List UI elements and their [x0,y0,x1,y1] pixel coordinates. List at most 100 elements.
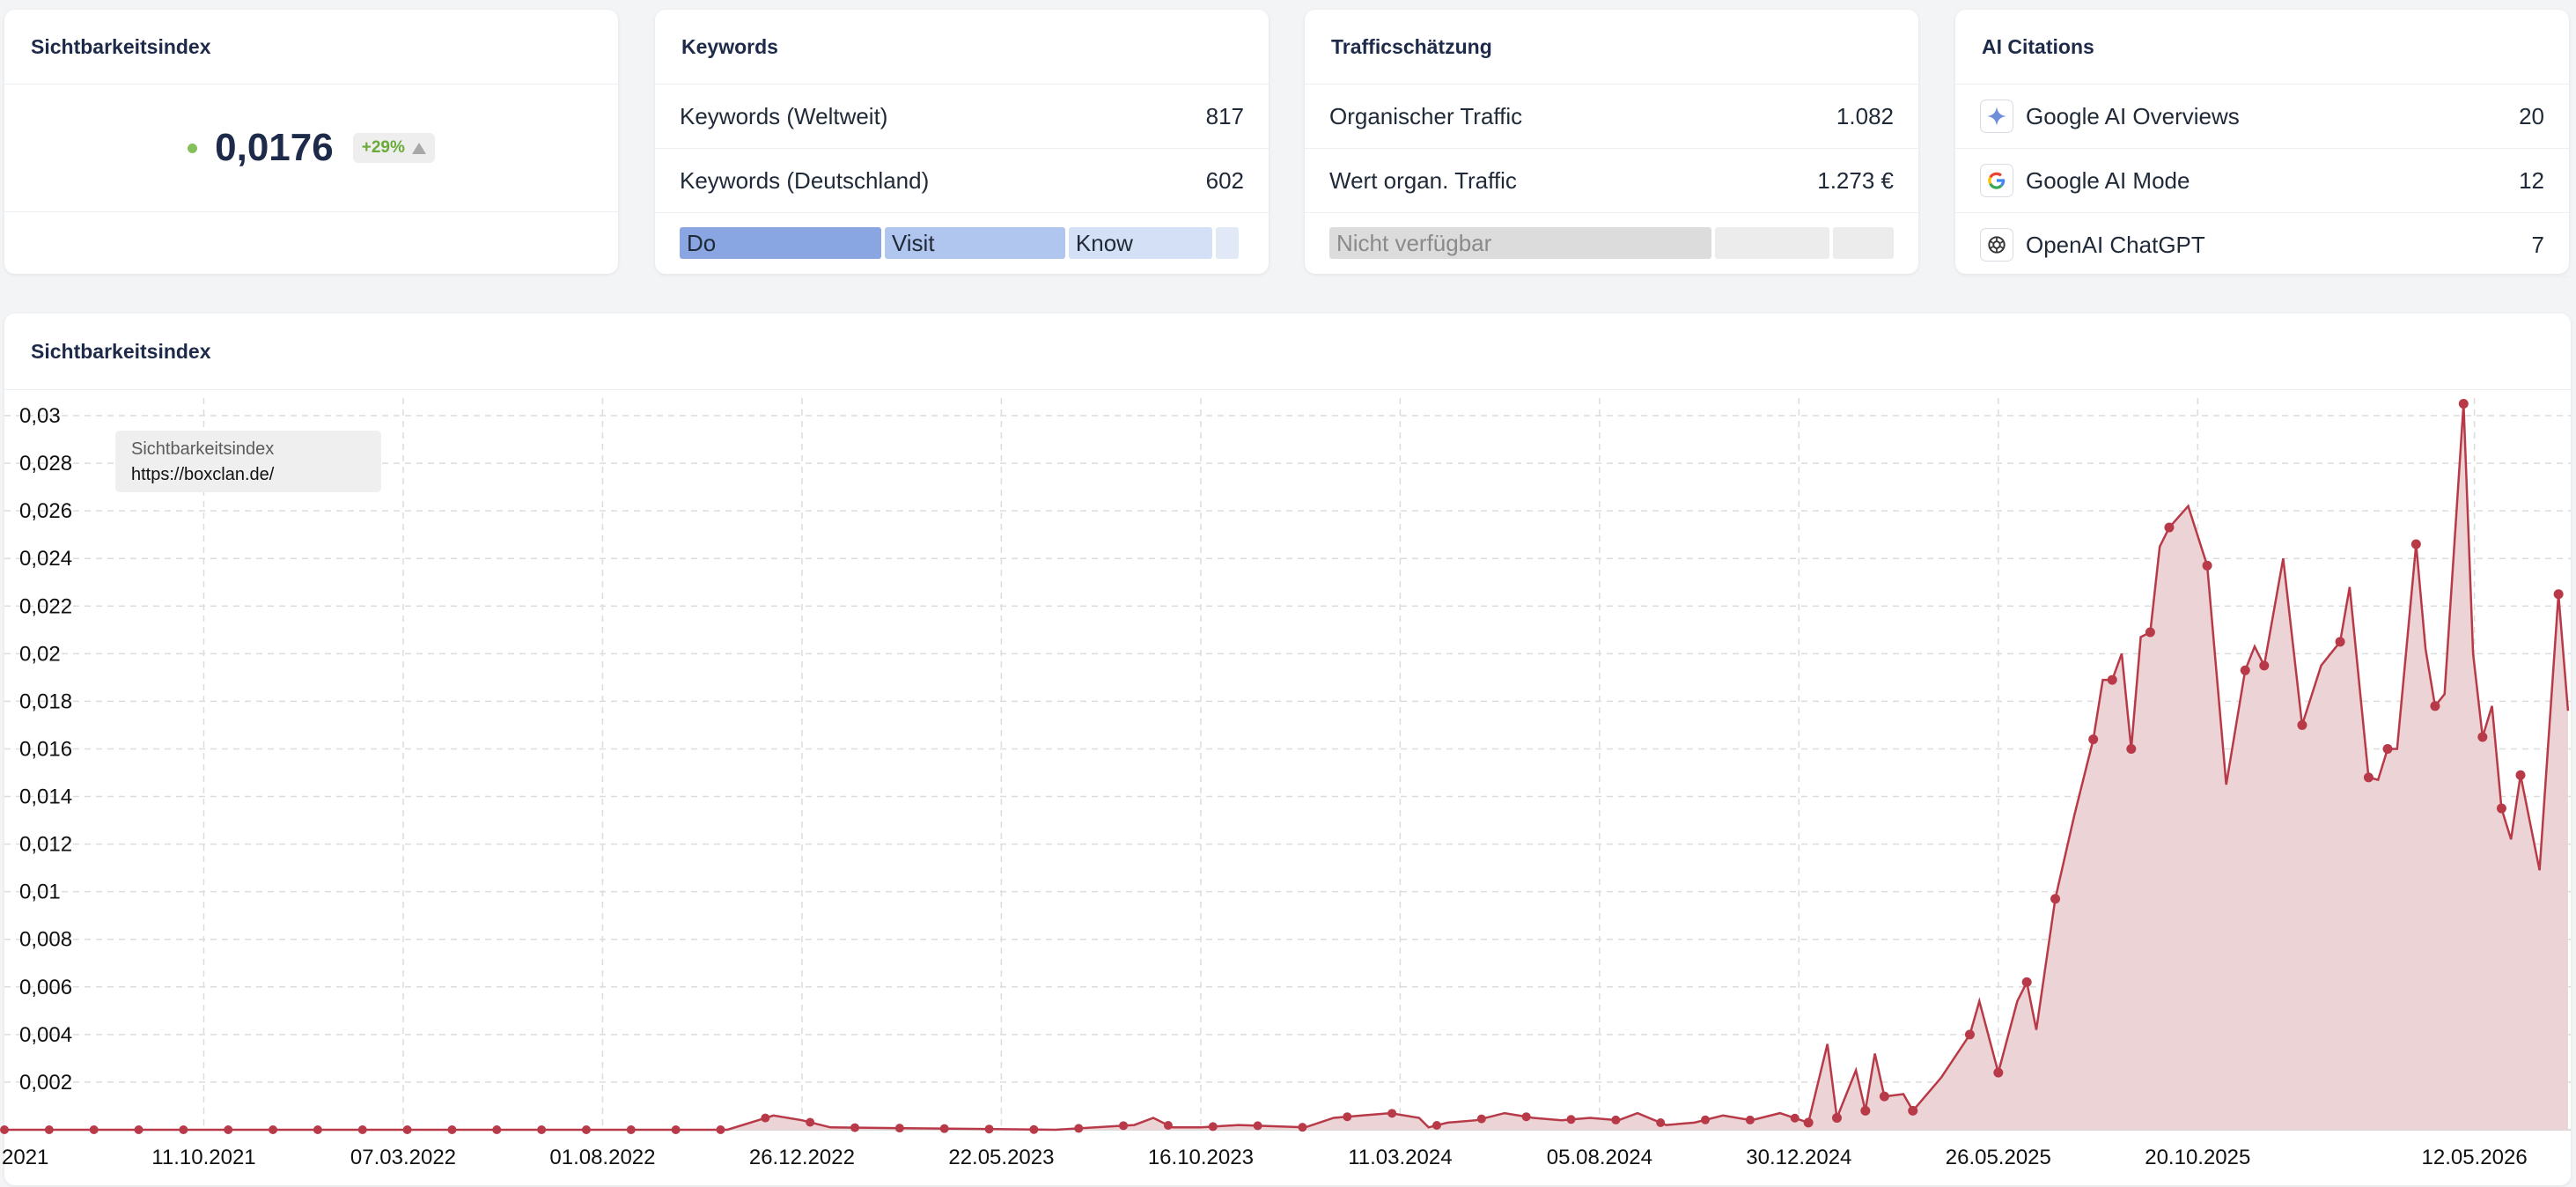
keywords-row[interactable]: Keywords (Weltweit) 817 [655,85,1269,149]
status-dot [188,143,198,153]
data-point[interactable] [1611,1115,1621,1124]
ai-row-value: 20 [2519,102,2544,129]
keywords-segment[interactable] [1216,227,1240,259]
data-point[interactable] [2515,770,2526,780]
data-point[interactable] [2297,719,2307,730]
data-point[interactable] [1790,1113,1800,1123]
data-point[interactable] [1831,1112,1842,1123]
data-point[interactable] [716,1125,725,1134]
data-point[interactable] [1879,1091,1889,1102]
traffic-segment[interactable] [1833,227,1894,259]
data-point[interactable] [2126,743,2137,754]
ai-row[interactable]: Google AI Overviews 20 [1955,85,2569,149]
keywords-segment[interactable]: Do [680,227,881,259]
traffic-row-label: Organischer Traffic [1329,102,1523,129]
data-point[interactable] [2553,589,2564,600]
data-point[interactable] [313,1125,322,1134]
ai-row[interactable]: OpenAI ChatGPT 7 [1955,213,2569,277]
data-point[interactable] [2145,627,2155,638]
data-point[interactable] [626,1125,636,1134]
ai-row-label-wrap: OpenAI ChatGPT [1980,228,2205,262]
data-point[interactable] [1993,1067,2004,1078]
data-point[interactable] [1163,1120,1173,1130]
data-point[interactable] [2259,660,2270,671]
data-point[interactable] [89,1125,99,1134]
data-point[interactable] [1343,1112,1352,1122]
data-point[interactable] [894,1124,904,1133]
traffic-row[interactable]: Organischer Traffic 1.082 [1305,85,1918,149]
data-point[interactable] [850,1123,860,1132]
data-point[interactable] [1074,1124,1084,1133]
data-point[interactable] [1745,1115,1755,1124]
sparkle-icon [1980,100,2013,133]
data-point[interactable] [2050,894,2061,904]
traffic-segment[interactable] [1715,227,1830,259]
tooltip-series-label: Sichtbarkeitsindex [131,439,275,459]
data-point[interactable] [44,1125,54,1134]
data-point[interactable] [2496,803,2506,814]
data-point[interactable] [939,1124,949,1133]
data-point[interactable] [1656,1118,1666,1128]
keywords-row[interactable]: Keywords (Deutschland) 602 [655,149,1269,213]
traffic-row-label-wrap: Wert organ. Traffic [1329,167,1517,195]
data-point[interactable] [537,1125,547,1134]
data-point[interactable] [269,1125,278,1134]
y-tick-label: 0,02 [19,642,61,666]
data-point[interactable] [1701,1115,1711,1124]
data-point[interactable] [1521,1112,1531,1122]
traffic-bar: Nicht verfügbar [1305,227,1918,259]
data-point[interactable] [447,1125,457,1134]
data-point[interactable] [492,1125,502,1134]
keywords-card: Keywords Keywords (Weltweit) 817 Keywords … [655,10,1269,274]
ai-citations-card: AI Citations Google AI Overviews 20 Google… [1955,10,2569,277]
data-point[interactable] [2363,772,2374,783]
ai-row[interactable]: Google AI Mode 12 [1955,149,2569,213]
data-point[interactable] [1298,1123,1307,1132]
data-point[interactable] [1566,1115,1576,1124]
data-point[interactable] [1253,1121,1262,1131]
data-point[interactable] [2164,522,2175,533]
openai-icon [1980,228,2013,262]
data-point[interactable] [2088,734,2099,745]
y-tick-label: 0,026 [19,499,72,523]
data-point[interactable] [1432,1120,1441,1130]
data-point[interactable] [2382,743,2393,754]
data-point[interactable] [984,1124,994,1134]
data-point[interactable] [2202,560,2212,571]
data-point[interactable] [1860,1105,1871,1116]
data-point[interactable] [761,1113,770,1123]
data-point[interactable] [2410,539,2421,549]
data-point[interactable] [581,1125,591,1134]
data-point[interactable] [671,1125,681,1134]
data-point[interactable] [2477,732,2488,742]
traffic-row[interactable]: Wert organ. Traffic 1.273 € [1305,149,1918,213]
data-point[interactable] [2107,675,2117,685]
keywords-segment[interactable]: Know [1068,227,1213,259]
visibility-chart[interactable]: 0,03 0,028 0,026 0,024 0,022 0,02 0,018 0,016 0,… [0,387,2576,1187]
data-point[interactable] [0,1125,9,1134]
data-point[interactable] [1476,1114,1486,1124]
ai-row-label-wrap: Google AI Overviews [1980,100,2240,133]
data-point[interactable] [2240,665,2250,675]
data-point[interactable] [224,1125,233,1134]
data-point[interactable] [402,1125,412,1134]
data-point[interactable] [1908,1105,1918,1116]
data-point[interactable] [357,1125,367,1134]
data-point[interactable] [2430,701,2440,711]
data-point[interactable] [179,1125,188,1134]
data-point[interactable] [1119,1121,1129,1131]
traffic-segment[interactable]: Nicht verfügbar [1329,227,1712,259]
data-point[interactable] [1803,1117,1814,1128]
data-point[interactable] [1387,1109,1397,1118]
data-point[interactable] [1964,1029,1975,1040]
data-point[interactable] [1208,1122,1218,1132]
data-point[interactable] [1029,1124,1039,1134]
data-point[interactable] [2021,977,2032,987]
keywords-segment[interactable]: Visit [884,227,1065,259]
search-intent-bar: Do Visit Know [655,227,1269,259]
data-point[interactable] [134,1125,144,1134]
data-point[interactable] [2335,637,2345,647]
x-tick-label: 05.08.2024 [1547,1146,1652,1169]
data-point[interactable] [2458,398,2469,409]
data-point[interactable] [806,1117,815,1127]
